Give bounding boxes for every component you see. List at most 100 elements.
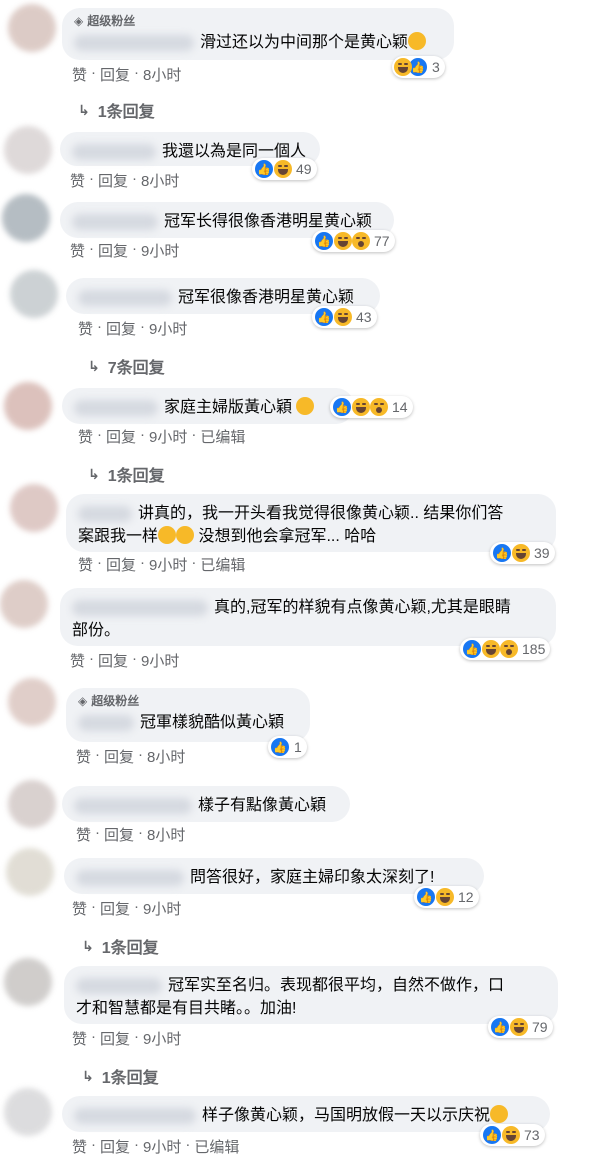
author-name[interactable]: [72, 213, 158, 230]
comment-text-line1: 真的,冠军的样貌有点像黄心颖,尤其是眼睛: [214, 599, 511, 616]
reply-link[interactable]: 回复: [106, 318, 136, 339]
like-link[interactable]: 赞: [70, 650, 85, 671]
timestamp[interactable]: 9小时: [143, 898, 181, 919]
avatar[interactable]: [6, 848, 54, 896]
reply-link[interactable]: 回复: [104, 824, 134, 845]
comment-actions: 赞 · 回复 · 8小时: [70, 170, 180, 191]
avatar[interactable]: [8, 780, 56, 828]
view-replies[interactable]: ↳ 7条回复: [88, 354, 165, 378]
rofl-emoji-icon: [176, 526, 195, 544]
view-replies[interactable]: ↳ 1条回复: [78, 98, 155, 122]
reaction-summary[interactable]: 👍 185: [460, 638, 551, 660]
like-link[interactable]: 赞: [72, 1028, 87, 1049]
avatar[interactable]: [2, 194, 50, 242]
reply-link[interactable]: 回复: [98, 170, 128, 191]
like-link[interactable]: 赞: [78, 554, 93, 575]
reply-link[interactable]: 回复: [100, 1028, 130, 1049]
like-link[interactable]: 赞: [76, 824, 91, 845]
avatar[interactable]: [10, 484, 58, 532]
avatar[interactable]: [8, 678, 56, 726]
author-name[interactable]: [74, 34, 194, 51]
author-name[interactable]: [72, 599, 208, 616]
reply-link[interactable]: 回复: [100, 64, 130, 85]
reaction-summary[interactable]: 👍 73: [480, 1124, 545, 1146]
reply-link[interactable]: 回复: [100, 1136, 130, 1157]
view-replies[interactable]: ↳ 1条回复: [82, 934, 159, 958]
comment-text: 家庭主婦版黃心穎: [164, 399, 293, 416]
avatar[interactable]: [4, 382, 52, 430]
reaction-summary[interactable]: 👍 3: [392, 56, 445, 78]
reply-link[interactable]: 回复: [98, 240, 128, 261]
comment-text: 冠军很像香港明星黄心颖: [178, 289, 355, 306]
reaction-summary[interactable]: 👍 14: [330, 396, 413, 418]
like-link[interactable]: 赞: [70, 240, 85, 261]
wow-reaction-icon: [500, 640, 518, 658]
timestamp[interactable]: 8小时: [143, 64, 181, 85]
comment-bubble: 樣子有點像黃心穎: [62, 786, 350, 822]
like-link[interactable]: 赞: [72, 1136, 87, 1157]
timestamp[interactable]: 9小时: [141, 650, 179, 671]
author-name[interactable]: [78, 714, 134, 731]
view-replies[interactable]: ↳ 1条回复: [88, 462, 165, 486]
like-link[interactable]: 赞: [76, 746, 91, 767]
timestamp[interactable]: 9小时: [143, 1136, 181, 1157]
haha-reaction-icon: [510, 1018, 528, 1036]
timestamp[interactable]: 9小时: [143, 1028, 181, 1049]
reply-link[interactable]: 回复: [106, 554, 136, 575]
author-name[interactable]: [74, 399, 158, 416]
avatar[interactable]: [8, 4, 56, 52]
timestamp[interactable]: 8小时: [141, 170, 179, 191]
author-name[interactable]: [78, 505, 132, 522]
avatar[interactable]: [4, 126, 52, 174]
timestamp[interactable]: 9小时: [141, 240, 179, 261]
comment-text: 滑过还以为中间那个是黄心颖: [200, 34, 409, 51]
like-link[interactable]: 赞: [72, 64, 87, 85]
reply-link[interactable]: 回复: [98, 650, 128, 671]
reply-link[interactable]: 回复: [106, 426, 136, 447]
author-name[interactable]: [78, 289, 172, 306]
timestamp[interactable]: 8小时: [147, 746, 185, 767]
author-name[interactable]: [74, 1107, 196, 1124]
like-link[interactable]: 赞: [72, 898, 87, 919]
view-replies[interactable]: ↳ 1条回复: [82, 1064, 159, 1088]
reply-arrow-icon: ↳: [88, 465, 100, 482]
avatar[interactable]: [10, 270, 58, 318]
reaction-summary[interactable]: 👍 49: [252, 158, 317, 180]
comment-actions: 赞 · 回复 · 8小时: [76, 746, 186, 767]
reaction-summary[interactable]: 👍 12: [414, 886, 479, 908]
edited-label: 已编辑: [200, 557, 246, 574]
reply-link[interactable]: 回复: [100, 898, 130, 919]
reply-link[interactable]: 回复: [104, 746, 134, 767]
reaction-summary[interactable]: 👍 1: [268, 736, 307, 758]
timestamp[interactable]: 9小时: [149, 426, 187, 447]
reaction-summary[interactable]: 👍 39: [490, 542, 555, 564]
timestamp[interactable]: 9小时: [149, 318, 187, 339]
avatar[interactable]: [4, 1088, 52, 1136]
avatar[interactable]: [0, 580, 48, 628]
comment-actions: 赞 · 回复 · 9小时: [70, 240, 180, 261]
comment-actions: 赞 · 回复 · 8小时: [76, 824, 186, 845]
avatar[interactable]: [4, 958, 52, 1006]
author-name[interactable]: [74, 797, 192, 814]
author-name[interactable]: [76, 977, 162, 994]
timestamp[interactable]: 8小时: [147, 824, 185, 845]
reply-arrow-icon: ↳: [78, 101, 90, 118]
comment-text-line1: 冠军实至名归。表现都很平均，自然不做作，口: [168, 977, 505, 994]
reaction-summary[interactable]: 👍 77: [312, 230, 395, 252]
haha-reaction-icon: [352, 398, 370, 416]
comment-bubble: 家庭主婦版黃心穎: [62, 388, 354, 424]
timestamp[interactable]: 9小时: [149, 554, 187, 575]
like-link[interactable]: 赞: [70, 170, 85, 191]
like-link[interactable]: 赞: [78, 426, 93, 447]
author-name[interactable]: [76, 869, 184, 886]
reaction-summary[interactable]: 👍 79: [488, 1016, 553, 1038]
haha-reaction-icon: [436, 888, 454, 906]
diamond-icon: ◈: [74, 13, 84, 28]
reaction-summary[interactable]: 👍 43: [312, 306, 377, 328]
reply-arrow-icon: ↳: [82, 937, 94, 954]
comment-actions: 赞 · 回复 · 9小时: [72, 898, 182, 919]
like-link[interactable]: 赞: [78, 318, 93, 339]
haha-reaction-icon: [334, 308, 352, 326]
diamond-icon: ◈: [78, 693, 88, 708]
author-name[interactable]: [72, 143, 156, 160]
